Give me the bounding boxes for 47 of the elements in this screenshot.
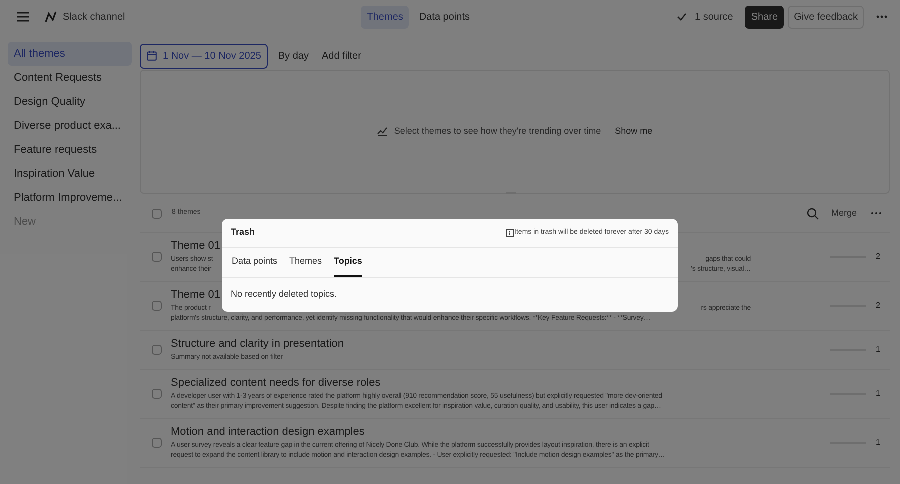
merge-button[interactable]: Merge [831,206,857,220]
row-checkbox[interactable] [152,345,162,355]
empty-message: No recently deleted topics. [230,288,338,301]
theme-count: 1 [876,388,882,400]
add-filter-button[interactable]: Add filter [318,44,364,68]
zigzag-logo-icon [45,11,57,23]
calendar-icon [147,51,157,61]
share-button[interactable]: Share [745,6,784,28]
row-checkbox[interactable] [152,301,162,311]
dialog-tab[interactable]: Topics [334,248,362,277]
dialog-title: Trash [231,226,256,240]
row-checkbox[interactable] [152,252,162,262]
line-chart-icon [377,127,388,137]
theme-count: 1 [876,344,882,356]
more-icon[interactable] [871,212,882,215]
sidebar-item[interactable]: Platform Improveme... [8,186,132,210]
theme-title[interactable]: Motion and interaction design examples [171,425,771,440]
theme-title[interactable]: Specialized content needs for diverse roles [171,376,771,391]
sidebar-item[interactable]: Content Requests [8,66,132,90]
sidebar-item[interactable]: Design Quality [8,90,132,114]
theme-count: 2 [876,251,882,263]
dialog-tab[interactable]: Data points [232,248,278,277]
view-tab[interactable]: Themes [361,6,410,28]
feedback-button[interactable]: Give feedback [788,6,864,28]
view-tab[interactable]: Data points [413,6,476,28]
row-checkbox[interactable] [152,389,162,399]
search-icon[interactable] [807,208,820,220]
dialog-tab[interactable]: Themes [290,248,322,277]
info-icon [506,229,514,237]
theme-count: 2 [876,300,882,312]
more-icon[interactable] [876,15,888,19]
group-by-button[interactable]: By day [272,44,315,68]
show-me-button[interactable]: Show me [615,125,653,139]
theme-title[interactable]: Structure and clarity in presentation [171,337,771,352]
check-icon [677,13,688,21]
date-range-button[interactable]: 1 Nov — 10 Nov 2025 [140,44,268,68]
select-all-checkbox[interactable] [152,208,162,218]
sidebar-item[interactable]: Inspiration Value [8,162,132,186]
row-checkbox[interactable] [152,438,162,448]
sidebar-item[interactable]: Feature requests [8,138,132,162]
sidebar-item[interactable]: Diverse product exa... [8,114,132,138]
page-title: Slack channel [63,10,126,24]
source-count[interactable]: 1 source [695,10,734,24]
theme-count: 1 [876,437,882,449]
sidebar-item[interactable]: All themes [8,42,132,66]
trend-message: Select themes to see how they're trending over time [394,125,602,138]
menu-icon[interactable] [16,11,30,23]
